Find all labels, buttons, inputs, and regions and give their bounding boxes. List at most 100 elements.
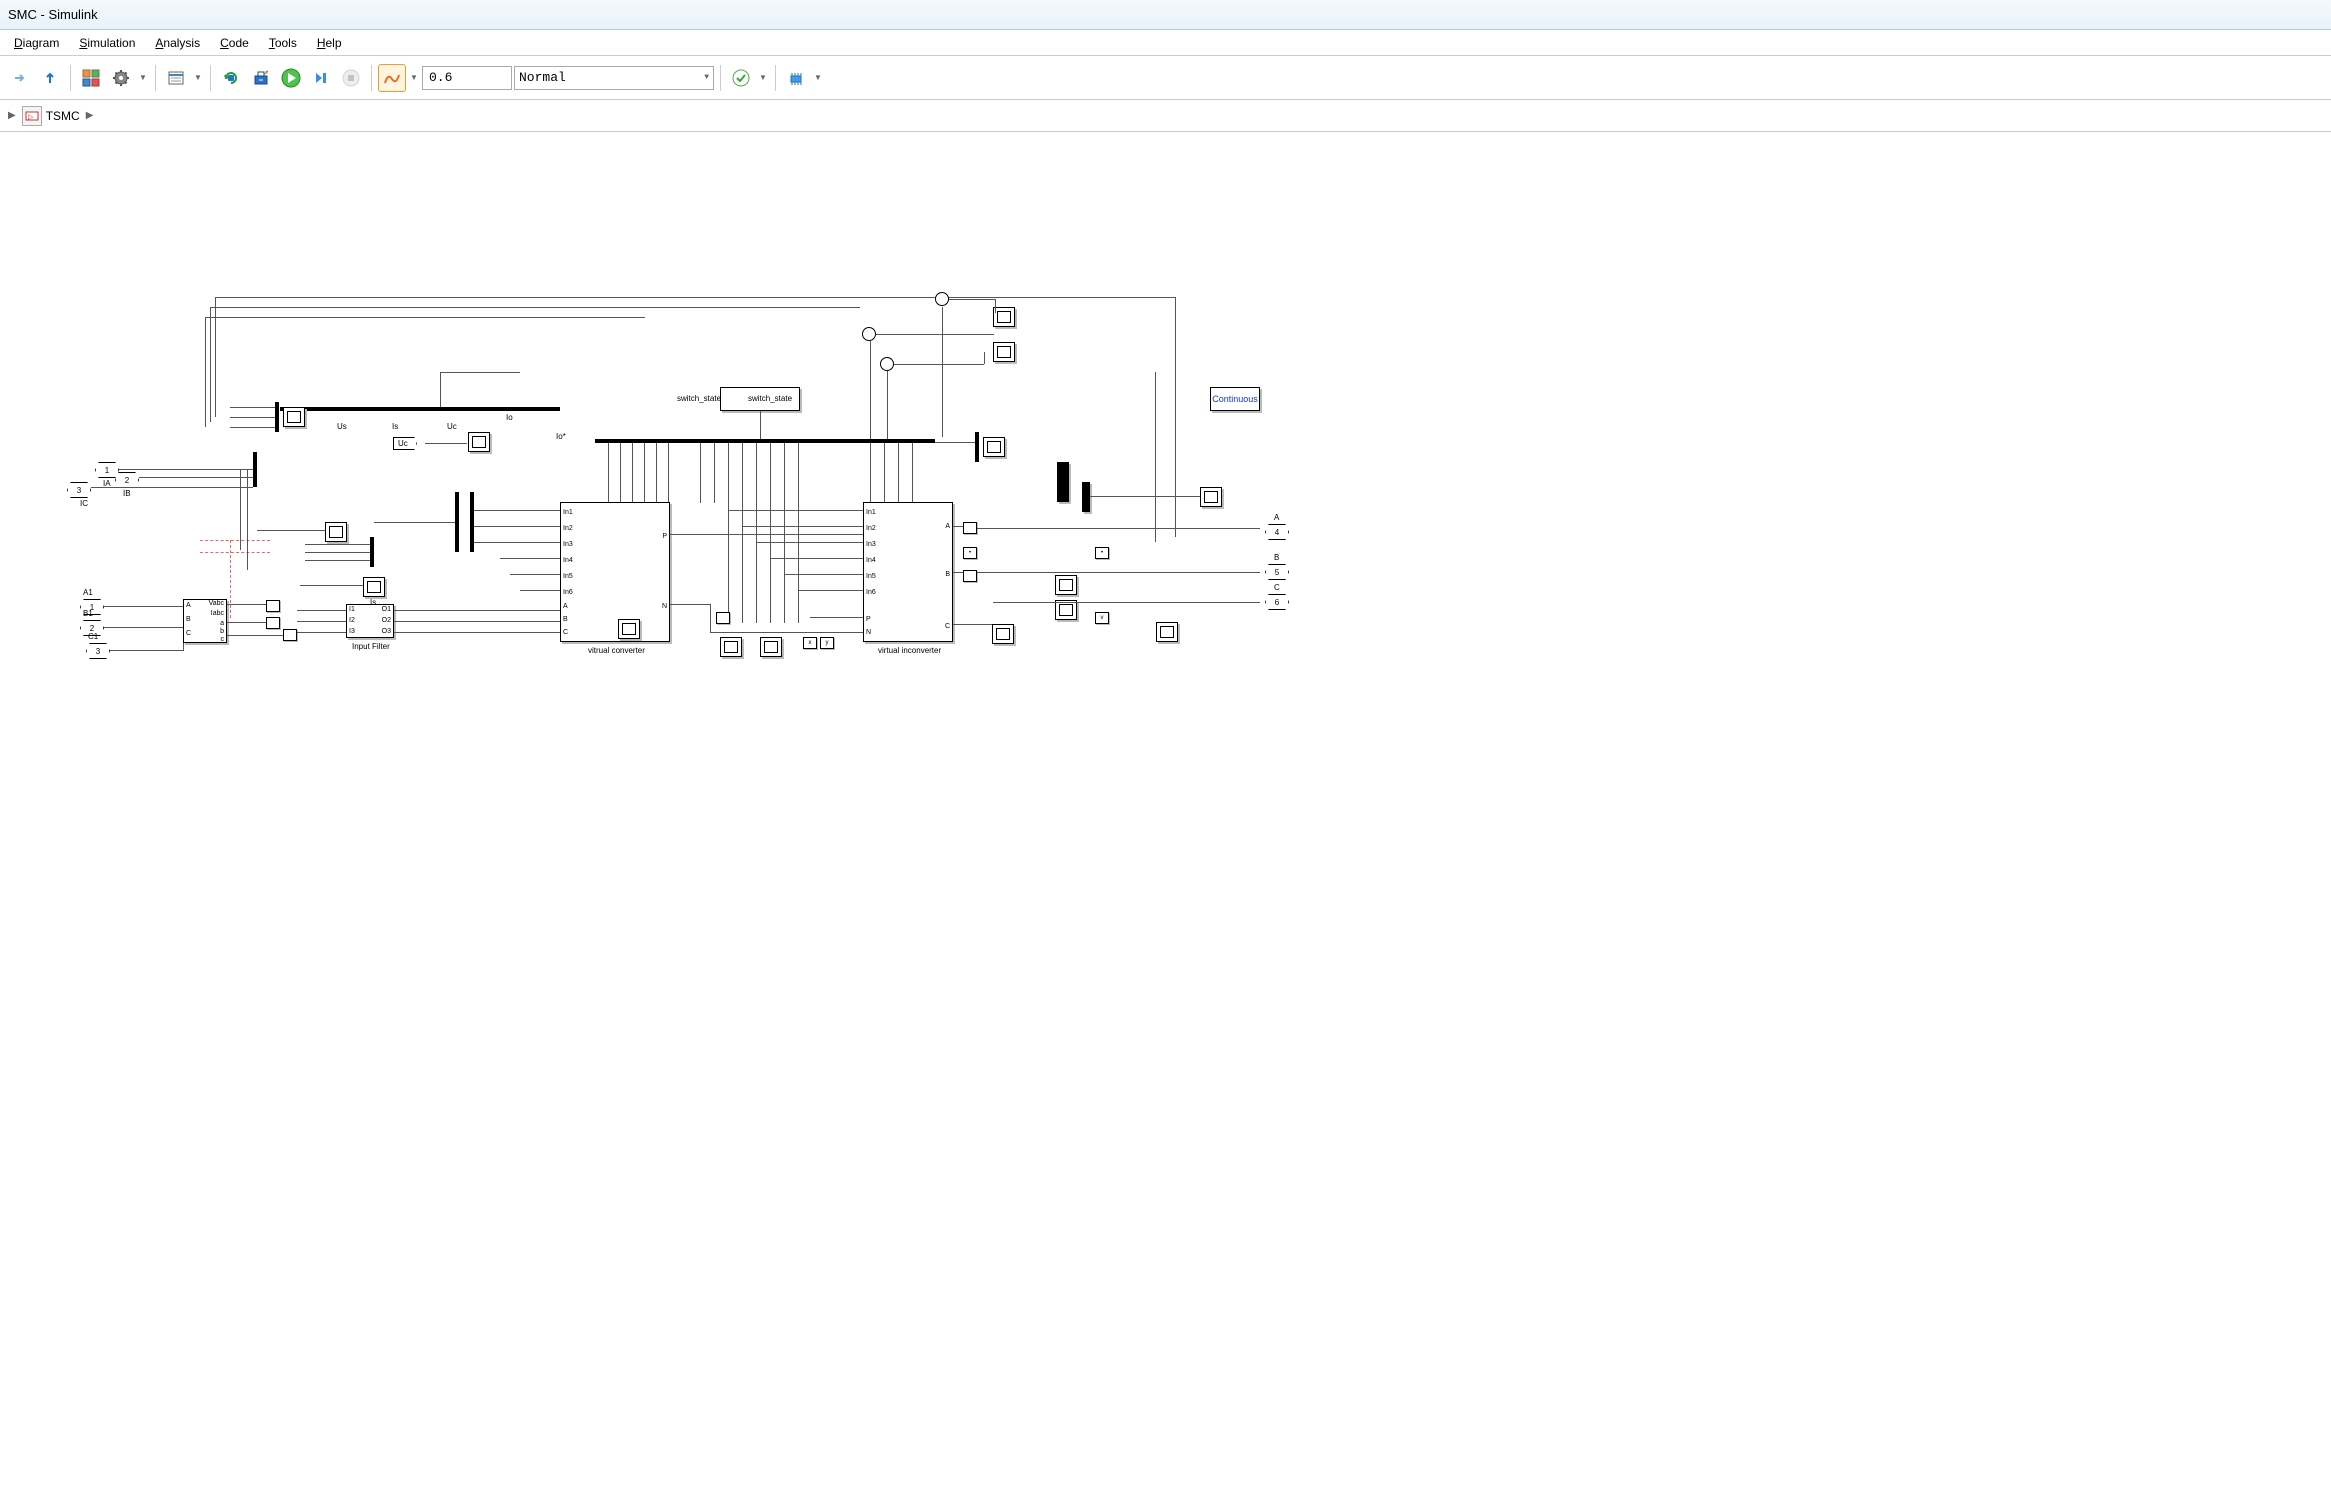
mux-block[interactable] <box>975 432 979 462</box>
wire <box>440 372 520 373</box>
mux-block[interactable] <box>370 537 374 567</box>
scope-block[interactable] <box>1156 622 1178 642</box>
scope-block[interactable] <box>760 637 782 657</box>
explorer-dropdown[interactable]: ▼ <box>192 73 204 82</box>
inport-ic[interactable]: 3 <box>67 482 91 498</box>
small-block[interactable] <box>963 570 977 582</box>
stop-time-input[interactable] <box>422 66 512 90</box>
menu-help[interactable]: Help <box>307 33 352 53</box>
wire <box>984 352 985 364</box>
inport-ib[interactable]: 2 <box>115 472 139 488</box>
stop-button[interactable] <box>337 64 365 92</box>
menu-tools[interactable]: Tools <box>259 33 307 53</box>
inport-c1[interactable]: 3 <box>86 643 110 659</box>
outport-a-label: A <box>1274 513 1279 522</box>
model-explorer-button[interactable] <box>162 64 190 92</box>
wire <box>942 307 943 437</box>
wire <box>474 510 560 511</box>
breadcrumb-caret-icon[interactable]: ▶ <box>8 110 16 121</box>
powergui-block[interactable]: Continuous <box>1210 387 1260 411</box>
data-inspector-button[interactable] <box>378 64 406 92</box>
hardware-button[interactable] <box>782 64 810 92</box>
small-block[interactable] <box>963 522 977 534</box>
scope-block[interactable] <box>363 577 385 597</box>
sum-block[interactable] <box>880 357 894 371</box>
menu-analysis[interactable]: Analysis <box>145 33 210 53</box>
outport-a[interactable]: 4 <box>1265 524 1289 540</box>
small-block[interactable]: y <box>820 637 834 649</box>
checkmark-dropdown[interactable]: ▼ <box>757 73 769 82</box>
breadcrumb-arrow-icon[interactable]: ▶ <box>86 110 94 121</box>
nav-up-button[interactable] <box>36 64 64 92</box>
wire <box>770 558 863 559</box>
inport-ib-label: IB <box>123 489 131 498</box>
outport-b[interactable]: 5 <box>1265 564 1289 580</box>
inport-ia[interactable]: 1 <box>95 462 119 478</box>
menu-simulation[interactable]: Simulation <box>69 33 145 53</box>
hardware-dropdown[interactable]: ▼ <box>812 73 824 82</box>
small-block[interactable]: v <box>1095 612 1109 624</box>
scope-block[interactable] <box>720 637 742 657</box>
outport-b-label: B <box>1274 553 1279 562</box>
scope-block[interactable] <box>468 432 490 452</box>
wire <box>210 307 211 422</box>
virtual-inconverter-subsystem[interactable]: In1 In2 In3 In4 In5 In6 P N A B C <box>863 502 953 642</box>
wire <box>297 632 346 633</box>
simulation-mode-select[interactable]: Normal ▼ <box>514 66 714 90</box>
sum-block[interactable] <box>935 292 949 306</box>
three-phase-meas-block[interactable]: A B C Vabc Iabc a b c <box>183 599 227 643</box>
virtual-converter-subsystem[interactable]: In1 In2 In3 In4 In5 In6 A B C P N <box>560 502 670 642</box>
run-button[interactable] <box>277 64 305 92</box>
update-diagram-button[interactable] <box>217 64 245 92</box>
scope-block[interactable] <box>1055 575 1077 595</box>
mux-block[interactable] <box>275 402 279 432</box>
menu-diagram[interactable]: Diagram <box>4 33 69 53</box>
step-forward-button[interactable] <box>307 64 335 92</box>
small-block[interactable] <box>266 617 280 629</box>
scope-block[interactable] <box>983 437 1005 457</box>
model-icon[interactable]: ▷ <box>22 106 42 126</box>
mux-block[interactable] <box>1082 482 1090 512</box>
virtual-converter-label: vitrual converter <box>588 646 645 655</box>
wire <box>440 372 441 407</box>
goto-uc[interactable]: Uc <box>393 437 417 450</box>
small-block[interactable] <box>266 600 280 612</box>
scope-block[interactable] <box>283 407 305 427</box>
small-block[interactable]: x <box>803 637 817 649</box>
outport-c[interactable]: 6 <box>1265 594 1289 610</box>
library-browser-button[interactable] <box>77 64 105 92</box>
wire <box>742 443 743 623</box>
demux-block[interactable] <box>470 492 474 552</box>
checkmark-button[interactable] <box>727 64 755 92</box>
model-canvas[interactable]: Continuous Us Is Uc Io Io* Uc switch_sta… <box>0 132 2331 932</box>
wire <box>500 558 560 559</box>
small-block[interactable]: • <box>963 547 977 559</box>
wire <box>183 643 184 651</box>
small-block[interactable] <box>283 629 297 641</box>
input-filter-subsystem[interactable]: I1 I2 I3 O1 O2 O3 <box>346 604 394 638</box>
nav-forward-button[interactable] <box>6 64 34 92</box>
mux-block[interactable] <box>1057 462 1069 502</box>
scope-block[interactable] <box>993 342 1015 362</box>
small-block[interactable] <box>716 612 730 624</box>
model-config-button[interactable] <box>107 64 135 92</box>
menu-code[interactable]: Code <box>210 33 259 53</box>
scope-block[interactable] <box>1200 487 1222 507</box>
inspector-dropdown[interactable]: ▼ <box>408 73 420 82</box>
scope-block[interactable] <box>992 624 1014 644</box>
mux-block[interactable] <box>253 452 257 487</box>
wire <box>742 526 863 527</box>
inport-a1-label: A1 <box>83 588 93 597</box>
scope-block[interactable] <box>1055 600 1077 620</box>
build-button[interactable] <box>247 64 275 92</box>
scope-block[interactable] <box>325 522 347 542</box>
breadcrumb-model[interactable]: TSMC <box>46 109 80 123</box>
wire <box>215 297 1175 298</box>
demux-block[interactable] <box>455 492 459 552</box>
small-block[interactable]: • <box>1095 547 1109 559</box>
scope-block[interactable] <box>618 619 640 639</box>
wire <box>876 334 994 335</box>
config-dropdown[interactable]: ▼ <box>137 73 149 82</box>
scope-block[interactable] <box>993 307 1015 327</box>
sum-block[interactable] <box>862 327 876 341</box>
